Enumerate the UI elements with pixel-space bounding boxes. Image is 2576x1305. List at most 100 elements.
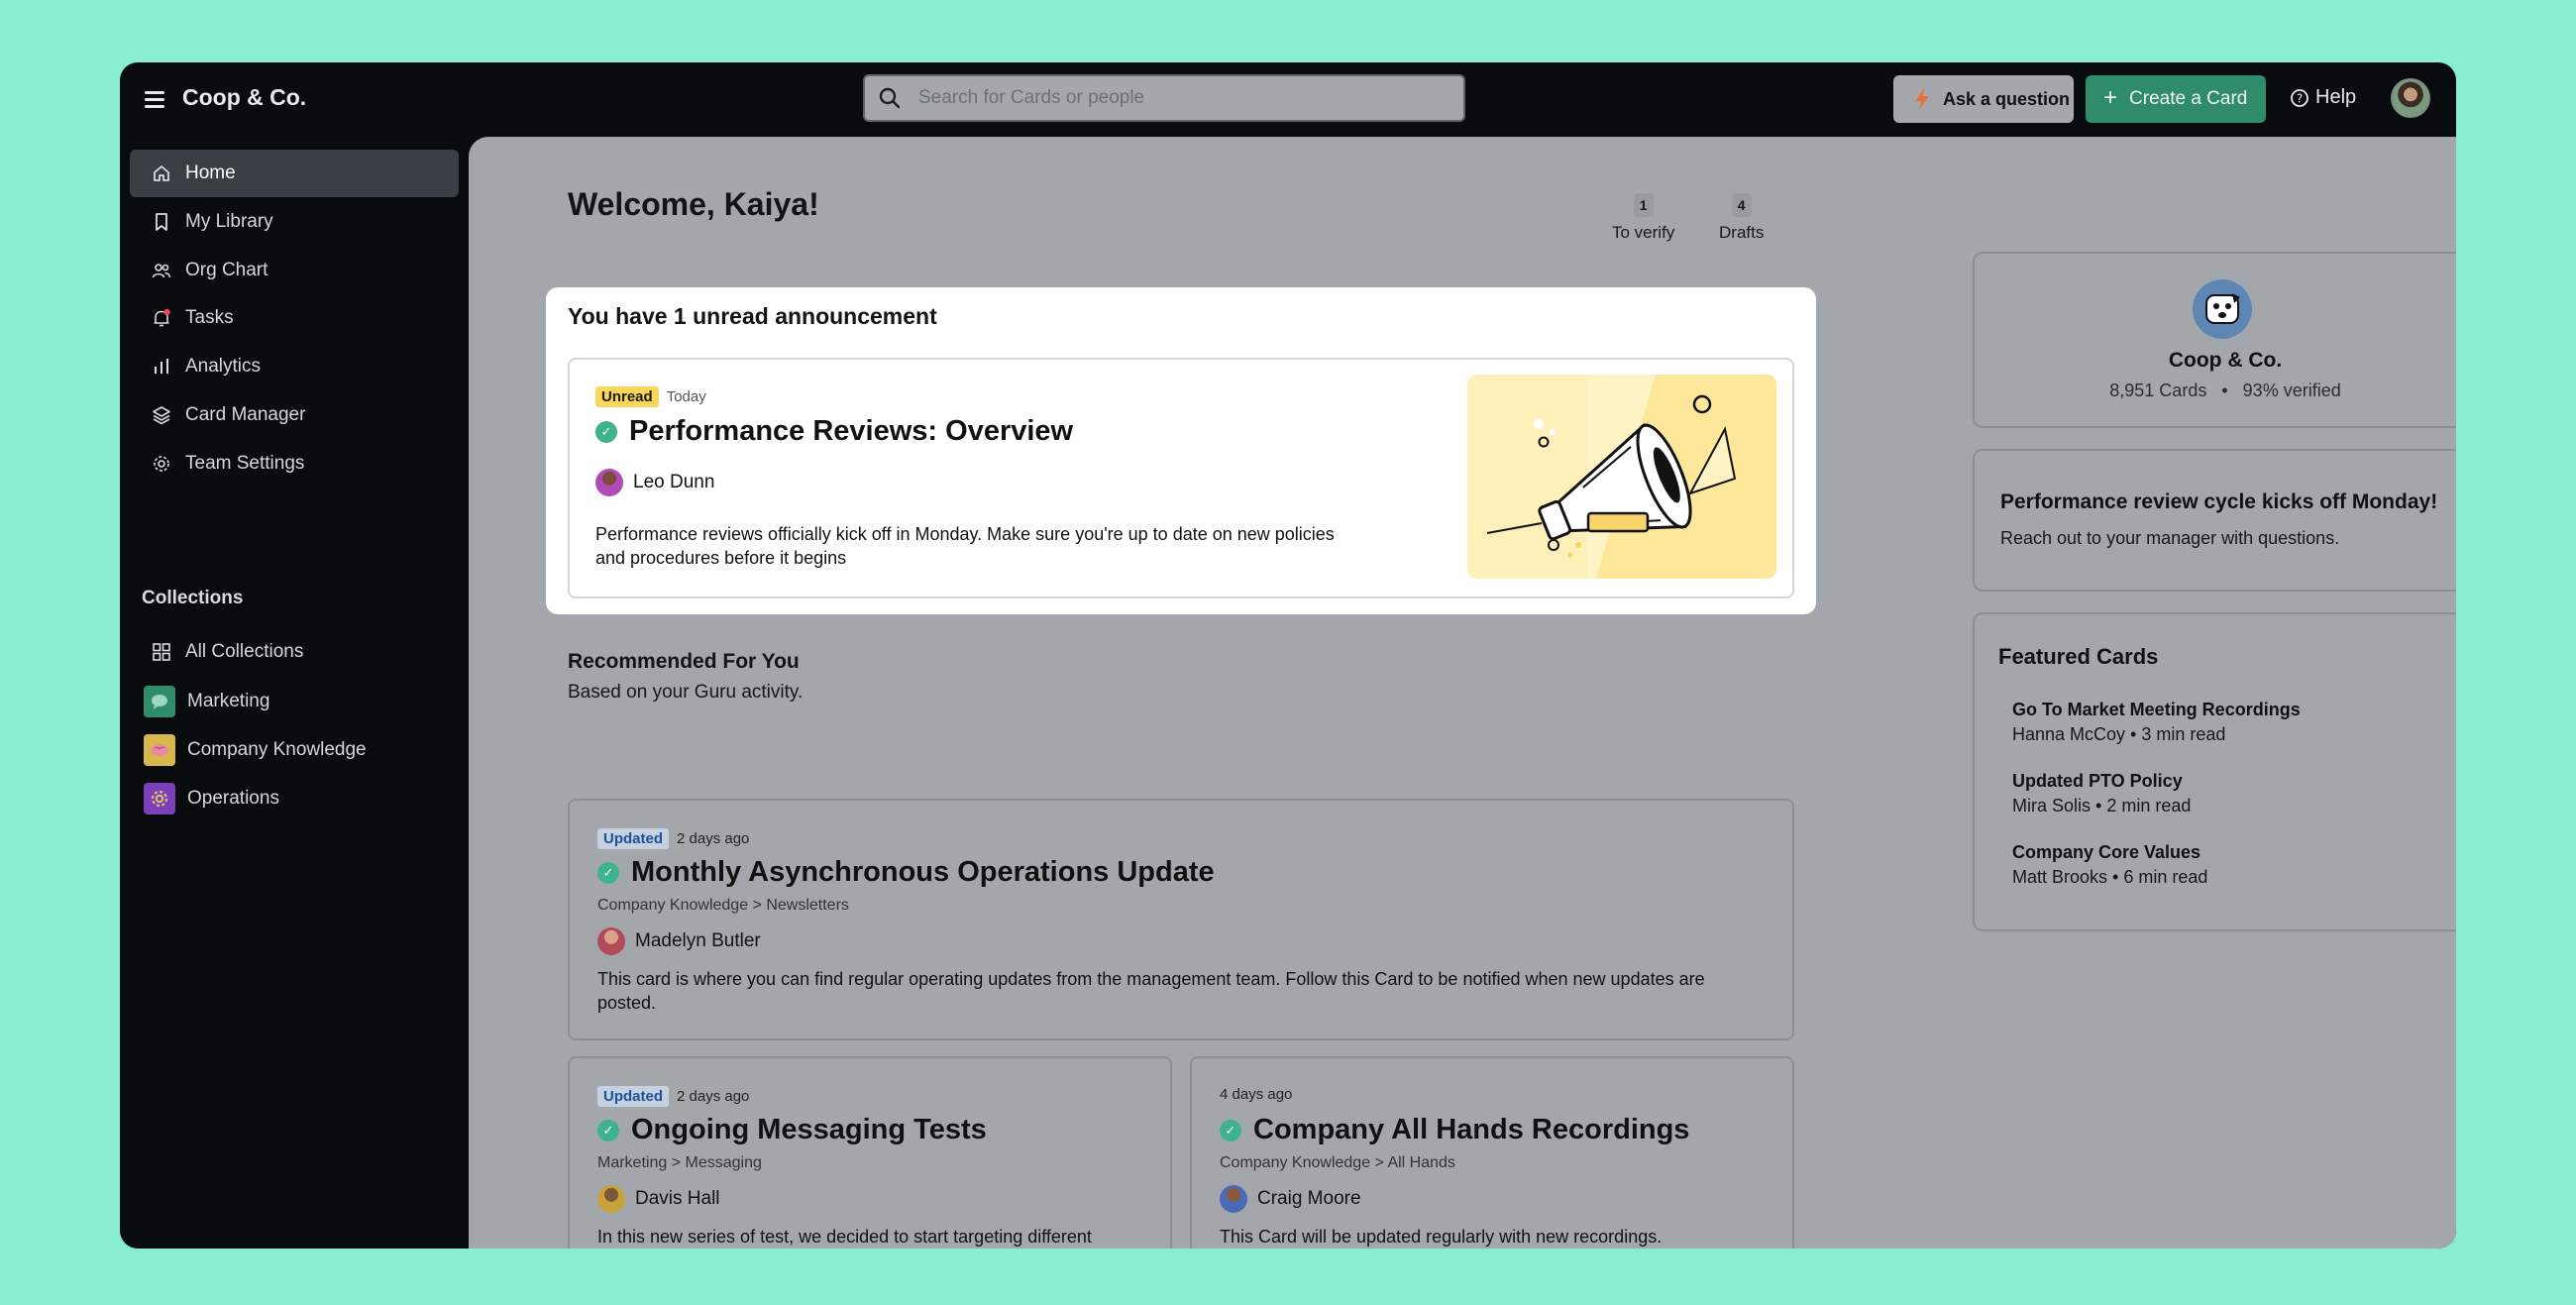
sidebar-item-marketing[interactable]: Marketing	[130, 678, 459, 725]
help-button[interactable]: ? Help	[2290, 86, 2356, 109]
recommended-subtitle: Based on your Guru activity.	[568, 682, 804, 703]
featured-card-item[interactable]: Company Core Values Matt Brooks • 6 min …	[2012, 842, 2207, 888]
card-title-text: Monthly Asynchronous Operations Update	[631, 856, 1215, 888]
author-name: Madelyn Butler	[635, 930, 761, 951]
megaphone-illustration	[1467, 375, 1776, 579]
bookmark-icon	[156, 213, 167, 231]
featured-card-item[interactable]: Updated PTO Policy Mira Solis • 2 min re…	[2012, 771, 2191, 816]
featured-card-title: Go To Market Meeting Recordings	[2012, 700, 2301, 719]
sidebar-item-org-chart[interactable]: Org Chart	[130, 247, 459, 294]
recommended-card[interactable]: 4 days ago ✓ Company All Hands Recording…	[1190, 1056, 1794, 1249]
card-author[interactable]: Madelyn Butler	[597, 927, 761, 955]
org-name: Coop & Co.	[2168, 349, 2283, 372]
ask-question-button[interactable]: Ask a question	[1893, 75, 2074, 123]
card-breadcrumb[interactable]: Marketing > Messaging	[597, 1154, 762, 1172]
announcement-card[interactable]: Unread Today ✓ Performance Reviews: Overv…	[568, 358, 1794, 598]
sidebar-item-label: Company Knowledge	[187, 739, 367, 760]
svg-text:?: ?	[2297, 91, 2303, 105]
layers-icon	[153, 406, 170, 425]
card-title-text: Company All Hands Recordings	[1253, 1114, 1690, 1145]
card-author[interactable]: Craig Moore	[1220, 1185, 1361, 1213]
notice-panel[interactable]: Performance review cycle kicks off Monda…	[1973, 449, 2456, 592]
card-time: 4 days ago	[1220, 1086, 1293, 1103]
sidebar-item-my-library[interactable]: My Library	[130, 198, 459, 246]
ask-question-label: Ask a question	[1943, 88, 2071, 109]
sidebar-item-analytics[interactable]: Analytics	[130, 343, 459, 390]
org-card-count: 8,951 Cards	[2109, 381, 2207, 400]
user-avatar[interactable]	[2391, 78, 2430, 118]
org-verified: 93% verified	[2242, 381, 2341, 400]
verified-check-icon: ✓	[597, 1119, 619, 1142]
stat-drafts[interactable]: 4 Drafts	[1719, 193, 1764, 243]
card-description: In this new series of test, we decided t…	[597, 1227, 1092, 1247]
recommended-card[interactable]: Updated 2 days ago ✓ Monthly Asynchronous…	[568, 799, 1794, 1040]
card-author[interactable]: Leo Dunn	[595, 469, 714, 496]
author-avatar	[597, 1185, 625, 1213]
sidebar-item-label: Operations	[187, 788, 279, 809]
sidebar-item-label: All Collections	[185, 641, 304, 662]
notice-body: Reach out to your manager with questions…	[2000, 528, 2340, 548]
author-avatar	[595, 469, 623, 496]
card-description: This card is where you can find regular …	[597, 969, 1705, 1013]
card-title[interactable]: ✓ Company All Hands Recordings	[1220, 1114, 1689, 1146]
search-bar[interactable]	[863, 74, 1465, 122]
author-avatar	[1220, 1185, 1247, 1213]
page-title: Welcome, Kaiya!	[568, 186, 819, 222]
card-title[interactable]: ✓ Performance Reviews: Overview	[595, 415, 1073, 448]
search-input[interactable]	[918, 84, 1434, 112]
card-time: 2 days ago	[677, 830, 750, 847]
card-breadcrumb[interactable]: Company Knowledge > Newsletters	[597, 897, 849, 915]
people-icon	[152, 264, 171, 278]
sidebar-item-label: Tasks	[185, 307, 234, 328]
app-brand[interactable]: Coop & Co.	[182, 84, 306, 111]
stat-count: 1	[1633, 193, 1654, 217]
stat-to-verify[interactable]: 1 To verify	[1612, 193, 1674, 243]
card-title[interactable]: ✓ Monthly Asynchronous Operations Update	[597, 856, 1215, 889]
lightning-icon	[1915, 88, 1929, 110]
verified-check-icon: ✓	[1220, 1119, 1241, 1142]
menu-icon[interactable]	[145, 91, 164, 108]
org-logo	[2193, 279, 2252, 339]
sidebar-item-operations[interactable]: Operations	[130, 775, 459, 822]
sidebar-item-team-settings[interactable]: Team Settings	[130, 440, 459, 488]
create-card-label: Create a Card	[2129, 88, 2248, 109]
card-time: 2 days ago	[677, 1088, 750, 1105]
brain-icon	[144, 734, 175, 766]
sidebar-item-company-knowledge[interactable]: Company Knowledge	[130, 726, 459, 774]
bell-icon	[154, 308, 170, 327]
sidebar-item-label: Marketing	[187, 691, 270, 711]
sidebar: Home My Library Org Chart Tasks Analytic…	[120, 137, 469, 1249]
plus-icon: +	[2103, 84, 2118, 111]
sidebar-item-label: Analytics	[185, 356, 262, 377]
card-title-text: Ongoing Messaging Tests	[631, 1114, 987, 1145]
sidebar-item-tasks[interactable]: Tasks	[130, 294, 459, 342]
home-icon	[154, 165, 169, 181]
sidebar-item-label: My Library	[185, 211, 273, 232]
stat-count: 4	[1731, 193, 1752, 217]
verified-check-icon: ✓	[595, 420, 617, 443]
card-time: Today	[666, 388, 706, 405]
help-icon: ?	[2291, 88, 2308, 107]
create-card-button[interactable]: + Create a Card	[2086, 75, 2266, 123]
featured-card-item[interactable]: Go To Market Meeting Recordings Hanna Mc…	[2012, 700, 2301, 745]
grid-icon	[153, 643, 170, 661]
recommended-card[interactable]: Updated 2 days ago ✓ Ongoing Messaging Te…	[568, 1056, 1172, 1249]
org-stats: 8,951 Cards • 93% verified	[1975, 381, 2456, 401]
featured-card-title: Company Core Values	[2012, 842, 2201, 862]
sidebar-item-home[interactable]: Home	[130, 150, 459, 197]
card-title[interactable]: ✓ Ongoing Messaging Tests	[597, 1114, 987, 1146]
card-breadcrumb[interactable]: Company Knowledge > All Hands	[1220, 1154, 1455, 1172]
featured-card-meta: Matt Brooks • 6 min read	[2012, 867, 2208, 887]
author-name: Craig Moore	[1257, 1188, 1361, 1209]
sidebar-item-all-collections[interactable]: All Collections	[130, 628, 459, 676]
announcement-heading: You have 1 unread announcement	[568, 303, 937, 329]
search-icon	[879, 87, 901, 109]
sidebar-item-card-manager[interactable]: Card Manager	[130, 391, 459, 439]
sidebar-item-label: Org Chart	[185, 260, 268, 280]
featured-cards-panel: Featured Cards Go To Market Meeting Reco…	[1973, 612, 2456, 931]
org-panel[interactable]: Coop & Co. 8,951 Cards • 93% verified	[1973, 252, 2456, 428]
sidebar-item-label: Home	[185, 163, 236, 183]
unread-badge: Unread	[595, 386, 659, 407]
card-author[interactable]: Davis Hall	[597, 1185, 720, 1213]
card-description: This Card will be updated regularly with…	[1220, 1227, 1663, 1247]
